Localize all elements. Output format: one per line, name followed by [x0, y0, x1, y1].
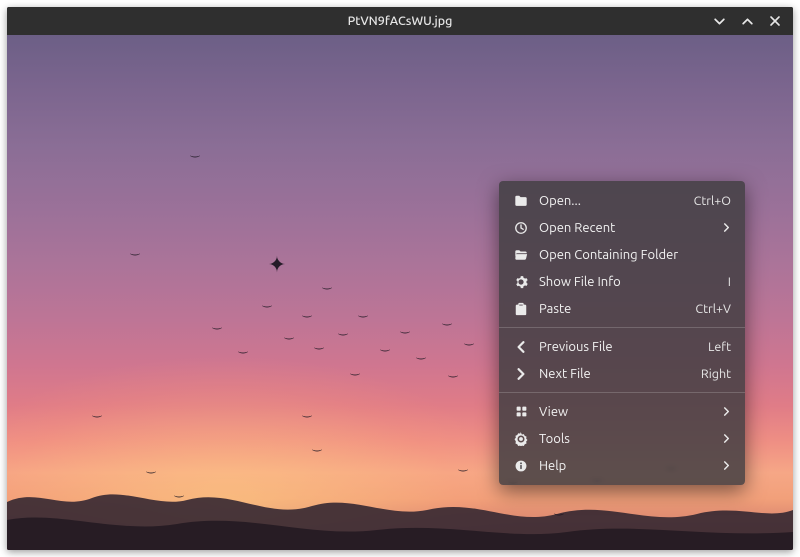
- chevron-up-icon: [741, 15, 754, 28]
- menu-item-label: Open...: [539, 194, 581, 208]
- menu-item-accelerator: Ctrl+O: [694, 194, 731, 208]
- bird-silhouette: ‿: [323, 277, 332, 290]
- chevron-right-icon: [721, 407, 731, 417]
- menu-item-label: Open Recent: [539, 221, 615, 235]
- chevron-right-icon: [513, 366, 529, 382]
- bird-silhouette: ‿: [339, 323, 348, 336]
- menu-item-label: Previous File: [539, 340, 613, 354]
- bird-silhouette: ‿: [213, 317, 222, 330]
- bird-silhouette: ‿: [401, 321, 410, 334]
- menu-item-label: View: [539, 405, 568, 419]
- minimize-button[interactable]: [711, 13, 727, 29]
- chevron-down-icon: [713, 15, 726, 28]
- bird-silhouette: ‿: [351, 363, 360, 376]
- gear-icon: [513, 274, 529, 290]
- bird-silhouette: ‿: [303, 405, 312, 418]
- bird-silhouette: ‿: [131, 243, 140, 256]
- clipboard-icon: [513, 301, 529, 317]
- close-icon: [769, 15, 781, 27]
- chevron-left-icon: [513, 339, 529, 355]
- menu-item-accelerator: Right: [701, 367, 731, 381]
- bird-silhouette: ‿: [175, 485, 184, 498]
- menu-item-help[interactable]: Help: [499, 452, 745, 479]
- chevron-right-icon: [721, 223, 731, 233]
- folder-open-icon: [513, 247, 529, 263]
- bird-silhouette: ‿: [313, 439, 322, 452]
- bird-silhouette: ✦: [268, 252, 286, 278]
- folder-icon: [513, 193, 529, 209]
- bird-silhouette: ‿: [417, 347, 426, 360]
- bird-silhouette: ‿: [285, 327, 294, 340]
- context-menu: Open... Ctrl+O Open Recent Open Containi…: [499, 181, 745, 485]
- menu-item-accelerator: Left: [708, 340, 731, 354]
- menu-item-view[interactable]: View: [499, 398, 745, 425]
- menu-item-paste[interactable]: Paste Ctrl+V: [499, 295, 745, 322]
- bird-silhouette: ‿: [449, 365, 458, 378]
- bird-silhouette: ‿: [303, 305, 312, 318]
- bird-silhouette: ‿: [465, 333, 474, 346]
- menu-separator: [499, 392, 745, 393]
- bird-silhouette: ‿: [93, 405, 102, 418]
- menu-item-tools[interactable]: Tools: [499, 425, 745, 452]
- close-button[interactable]: [767, 13, 783, 29]
- bird-silhouette: ‿: [263, 295, 272, 308]
- menu-item-show-file-info[interactable]: Show File Info I: [499, 268, 745, 295]
- menu-item-label: Help: [539, 459, 566, 473]
- menu-item-label: Next File: [539, 367, 591, 381]
- menu-item-open[interactable]: Open... Ctrl+O: [499, 187, 745, 214]
- menu-item-label: Open Containing Folder: [539, 248, 678, 262]
- bird-silhouette: ‿: [315, 337, 324, 350]
- chevron-right-icon: [721, 461, 731, 471]
- settings-icon: [513, 431, 529, 447]
- grid-icon: [513, 404, 529, 420]
- bird-silhouette: ‿: [555, 503, 564, 516]
- chevron-right-icon: [721, 434, 731, 444]
- window-controls: [711, 7, 787, 35]
- image-canvas[interactable]: ✦ ‿ ‿ ‿ ‿ ‿ ‿ ‿ ‿ ‿ ‿ ‿ ‿ ‿ ‿ ‿ ‿ ‿ ‿ ‿ …: [7, 35, 793, 550]
- menu-item-next-file[interactable]: Next File Right: [499, 360, 745, 387]
- menu-item-label: Show File Info: [539, 275, 621, 289]
- bird-silhouette: ‿: [147, 461, 156, 474]
- menu-item-label: Paste: [539, 302, 571, 316]
- bird-silhouette: ‿: [459, 459, 468, 472]
- menu-item-open-recent[interactable]: Open Recent: [499, 214, 745, 241]
- bird-silhouette: ‿: [443, 313, 452, 326]
- titlebar: PtVN9fACsWU.jpg: [7, 7, 793, 35]
- clock-icon: [513, 220, 529, 236]
- info-icon: [513, 458, 529, 474]
- bird-silhouette: ‿: [381, 339, 390, 352]
- bird-silhouette: ‿: [359, 305, 368, 318]
- menu-item-previous-file[interactable]: Previous File Left: [499, 333, 745, 360]
- image-viewer-window: PtVN9fACsWU.jpg: [7, 7, 793, 550]
- maximize-button[interactable]: [739, 13, 755, 29]
- menu-separator: [499, 327, 745, 328]
- menu-item-accelerator: Ctrl+V: [695, 302, 731, 316]
- menu-item-open-containing-folder[interactable]: Open Containing Folder: [499, 241, 745, 268]
- bird-silhouette: ‿: [191, 145, 200, 158]
- window-title: PtVN9fACsWU.jpg: [348, 14, 453, 28]
- bird-silhouette: ‿: [239, 341, 248, 354]
- menu-item-label: Tools: [539, 432, 570, 446]
- menu-item-accelerator: I: [728, 275, 731, 289]
